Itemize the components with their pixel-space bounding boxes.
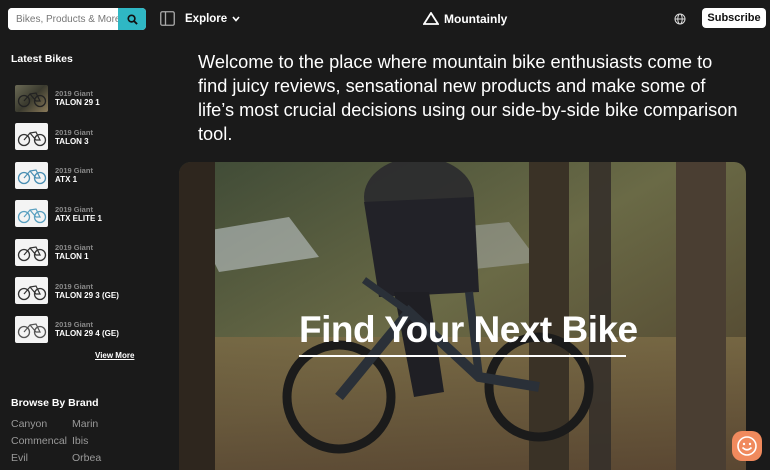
bike-item[interactable]: 2019 Giant TALON 29 4 (GE) — [15, 310, 155, 349]
bike-year: 2019 Giant — [55, 281, 93, 291]
explore-menu[interactable]: Explore — [185, 11, 240, 27]
bike-model: TALON 29 3 (GE) — [55, 290, 119, 300]
bike-year: 2019 Giant — [55, 89, 93, 99]
brand-link[interactable]: Ibis — [72, 435, 132, 447]
search-icon — [126, 13, 138, 25]
brand-link[interactable]: Marin — [72, 418, 132, 430]
mountain-logo-icon — [423, 12, 439, 25]
bike-thumbnail — [15, 123, 48, 151]
chat-widget-button[interactable] — [732, 431, 762, 461]
bike-year: 2019 Giant — [55, 204, 93, 214]
bike-item[interactable]: 2019 Giant TALON 1 — [15, 233, 155, 272]
bike-model: TALON 3 — [55, 136, 89, 146]
bike-thumbnail — [15, 277, 48, 305]
browse-brand-heading: Browse By Brand — [11, 397, 99, 409]
sidebar: Latest Bikes 2019 Giant TALON 29 1 2019 … — [0, 38, 160, 470]
bike-year: 2019 Giant — [55, 320, 93, 330]
hero-title-underline — [299, 355, 626, 357]
hero-title[interactable]: Find Your Next Bike — [299, 309, 638, 351]
bike-item[interactable]: 2019 Giant TALON 29 1 — [15, 79, 155, 118]
bike-icon — [17, 92, 46, 108]
bike-item[interactable]: 2019 Giant ATX 1 — [15, 156, 155, 195]
brand-link[interactable]: Evil — [11, 452, 72, 464]
brand-link[interactable]: Orbea — [72, 452, 132, 464]
brand-link[interactable]: Canyon — [11, 418, 72, 430]
bike-thumbnail — [15, 238, 48, 266]
bike-year: 2019 Giant — [55, 166, 93, 176]
bike-model: TALON 1 — [55, 252, 89, 262]
view-more-link[interactable]: View More — [95, 351, 134, 360]
bike-thumbnail — [15, 84, 48, 112]
logo-text: Mountainly — [444, 11, 508, 26]
hero-banner[interactable]: Find Your Next Bike — [179, 162, 746, 470]
bike-icon — [17, 169, 46, 185]
subscribe-button[interactable]: Subscribe — [702, 8, 766, 28]
bike-thumbnail — [15, 200, 48, 228]
site-logo[interactable]: Mountainly — [423, 10, 507, 27]
bike-icon — [17, 208, 46, 223]
bike-item[interactable]: 2019 Giant TALON 29 3 (GE) — [15, 272, 155, 311]
bike-model: ATX ELITE 1 — [55, 213, 102, 223]
bike-icon — [17, 285, 46, 300]
globe-icon[interactable] — [674, 13, 686, 25]
bike-icon — [17, 246, 46, 262]
bike-icon — [17, 131, 46, 146]
bike-year: 2019 Giant — [55, 243, 93, 253]
search-input[interactable] — [8, 8, 118, 30]
search-box — [8, 8, 146, 30]
sidebar-toggle-icon[interactable] — [160, 11, 175, 26]
smiley-icon — [737, 436, 757, 456]
top-nav-bar: Explore Mountainly Subscribe — [0, 0, 770, 38]
bike-year: 2019 Giant — [55, 127, 93, 137]
brand-link[interactable]: Commencal — [11, 435, 72, 447]
brand-list: Canyon Marin Commencal Ibis Evil Orbea — [11, 418, 131, 464]
bike-model: ATX 1 — [55, 175, 78, 185]
bike-model: TALON 29 1 — [55, 98, 100, 108]
chevron-down-icon — [232, 16, 240, 22]
explore-label: Explore — [185, 13, 228, 25]
latest-bikes-list: 2019 Giant TALON 29 1 2019 Giant TALON 3 — [15, 79, 155, 349]
intro-text: Welcome to the place where mountain bike… — [198, 52, 738, 144]
bike-item[interactable]: 2019 Giant ATX ELITE 1 — [15, 195, 155, 234]
search-button[interactable] — [118, 8, 146, 30]
bike-icon — [17, 323, 46, 339]
bike-thumbnail — [15, 315, 48, 343]
bike-thumbnail — [15, 161, 48, 189]
bike-item[interactable]: 2019 Giant TALON 3 — [15, 118, 155, 157]
latest-bikes-heading: Latest Bikes — [11, 53, 73, 65]
bike-model: TALON 29 4 (GE) — [55, 329, 119, 339]
